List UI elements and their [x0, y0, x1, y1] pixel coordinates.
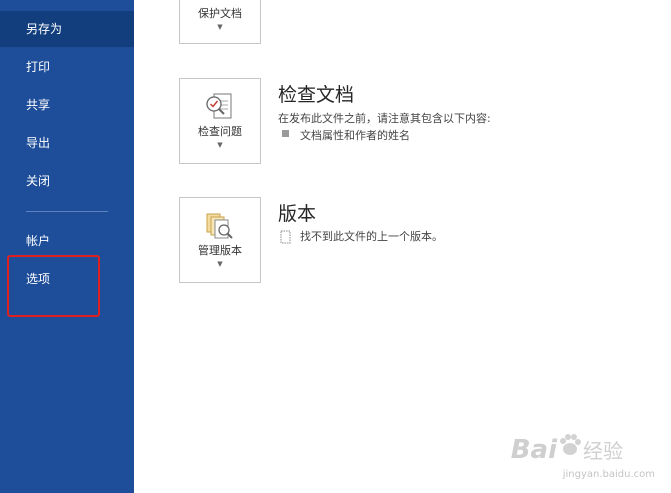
protect-document-label: 保护文档	[198, 7, 242, 20]
nav-export[interactable]: 导出	[0, 125, 134, 161]
check-issues-button[interactable]: 检查问题 ▼	[179, 78, 261, 164]
backstage-sidebar: 另存为 打印 共享 导出 关闭 帐户 选项	[0, 0, 134, 493]
chevron-down-icon: ▼	[217, 260, 223, 268]
inspect-item-author: 文档属性和作者的姓名	[300, 129, 410, 142]
watermark-url: jingyan.baidu.com	[562, 469, 655, 480]
document-icon	[280, 229, 292, 248]
options-highlight-box	[7, 255, 100, 317]
watermark-logo: Bai 经验	[510, 435, 623, 465]
nav-share[interactable]: 共享	[0, 87, 134, 123]
baidu-jingyan-watermark: Bai 经验 jingyan.baidu.com	[503, 427, 663, 487]
inspect-document-icon	[205, 91, 235, 123]
check-issues-label: 检查问题	[198, 125, 242, 138]
versions-status: 找不到此文件的上一个版本。	[300, 230, 443, 243]
backstage-content: 保护文档 ▼ 检查问题 ▼ 检查文档 在发布此文件之前，请注意其包含以下内容: …	[134, 0, 671, 493]
chevron-down-icon: ▼	[217, 141, 223, 149]
protect-document-button[interactable]: 保护文档 ▼	[179, 0, 261, 44]
nav-close[interactable]: 关闭	[0, 163, 134, 199]
manage-versions-icon	[205, 210, 235, 242]
versions-title: 版本	[278, 203, 317, 225]
sidebar-divider	[26, 211, 108, 212]
nav-account[interactable]: 帐户	[0, 223, 134, 259]
inspect-document-description: 在发布此文件之前，请注意其包含以下内容:	[278, 112, 491, 125]
nav-save-as[interactable]: 另存为	[0, 11, 134, 47]
nav-print[interactable]: 打印	[0, 49, 134, 85]
manage-versions-label: 管理版本	[198, 244, 242, 257]
manage-versions-button[interactable]: 管理版本 ▼	[179, 197, 261, 283]
chevron-down-icon: ▼	[217, 23, 223, 31]
inspect-document-title: 检查文档	[278, 84, 355, 106]
bullet-icon	[282, 130, 289, 137]
